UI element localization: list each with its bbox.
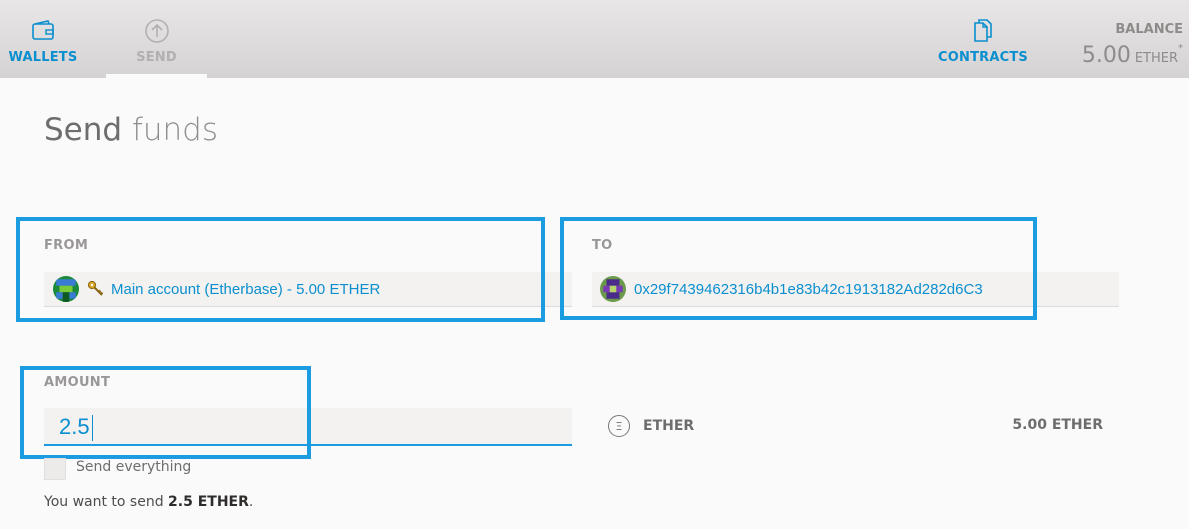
balance-unit: ETHER	[1134, 51, 1178, 66]
ether-symbol-icon: Ξ	[608, 415, 630, 437]
balance-marker: *	[1178, 43, 1183, 54]
nav-wallets[interactable]: WALLETS	[0, 0, 86, 78]
top-navigation-bar: WALLETS SEND CONTRACTS BALANCE 5.00 ETHER…	[0, 0, 1189, 78]
nav-send-label: SEND	[136, 50, 177, 65]
available-balance: 5.00 ETHER	[1012, 417, 1103, 433]
amount-unit-selector[interactable]: Ξ ETHER	[608, 415, 694, 437]
to-highlight-box	[560, 217, 1037, 320]
send-summary-amount: 2.5 ETHER	[168, 494, 249, 510]
wallet-icon	[31, 19, 55, 45]
send-summary: You want to send 2.5 ETHER.	[44, 494, 254, 510]
amount-unit-label: ETHER	[643, 418, 695, 434]
page-title: Send funds	[44, 112, 218, 148]
nav-contracts[interactable]: CONTRACTS	[935, 0, 1031, 78]
balance-amount: 5.00	[1081, 43, 1131, 68]
nav-wallets-label: WALLETS	[8, 50, 78, 65]
amount-highlight-box	[20, 366, 311, 459]
balance-label: BALANCE	[1115, 22, 1183, 37]
send-everything-checkbox[interactable]	[44, 458, 66, 480]
nav-contracts-label: CONTRACTS	[938, 50, 1028, 65]
nav-send[interactable]: SEND	[106, 0, 207, 78]
documents-icon	[972, 19, 994, 47]
balance-value: 5.00 ETHER*	[1082, 43, 1183, 68]
from-highlight-box	[16, 217, 545, 322]
send-everything-label[interactable]: Send everything	[76, 459, 191, 475]
arrow-up-circle-icon	[144, 19, 170, 47]
